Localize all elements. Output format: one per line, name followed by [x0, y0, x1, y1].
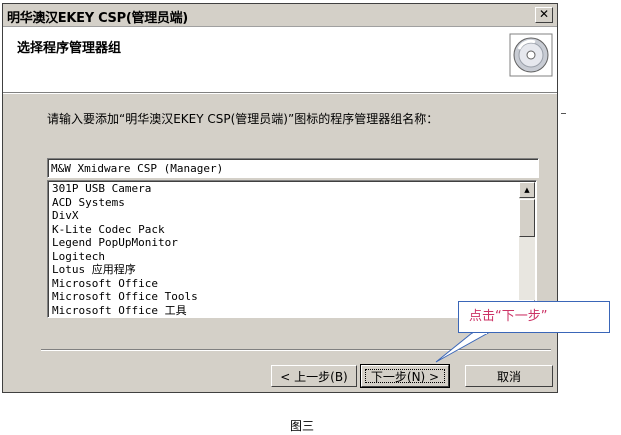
focus-rectangle: [365, 369, 445, 383]
scroll-up-button[interactable]: ▲: [519, 182, 535, 198]
list-item[interactable]: 301P USB Camera: [52, 182, 198, 196]
title-bar[interactable]: 明华澳汉EKEY CSP(管理员端) ✕: [3, 4, 557, 27]
group-name-input[interactable]: [47, 158, 539, 178]
cancel-button[interactable]: 取消: [465, 365, 553, 387]
installer-dialog: 明华澳汉EKEY CSP(管理员端) ✕ 选择程序管理器组 请输入要添加“明华澳…: [2, 3, 558, 393]
page-title: 选择程序管理器组: [17, 41, 122, 56]
figure-caption: 图三: [290, 419, 315, 433]
edge-tick-mark: [561, 113, 566, 114]
list-item[interactable]: Microsoft Office: [52, 277, 198, 291]
group-list-items: 301P USB Camera ACD Systems DivX K-Lite Cod…: [52, 182, 198, 317]
list-item[interactable]: Lotus 应用程序: [52, 263, 198, 277]
callout-box: 点击“下一步”: [458, 301, 610, 333]
list-item[interactable]: Microsoft Office Tools: [52, 290, 198, 304]
back-button[interactable]: < 上一步(B): [271, 365, 357, 387]
list-item[interactable]: DivX: [52, 209, 198, 223]
list-item[interactable]: ACD Systems: [52, 196, 198, 210]
window-title: 明华澳汉EKEY CSP(管理员端): [7, 11, 188, 26]
wizard-header: 选择程序管理器组: [3, 27, 557, 94]
list-item[interactable]: Microsoft Office 工具: [52, 304, 198, 318]
close-button[interactable]: ✕: [535, 7, 553, 23]
list-item[interactable]: Legend PopUpMonitor: [52, 236, 198, 250]
prompt-text: 请输入要添加“明华澳汉EKEY CSP(管理员端)”图标的程序管理器组名称：: [47, 112, 439, 126]
group-listbox[interactable]: 301P USB Camera ACD Systems DivX K-Lite Cod…: [47, 180, 537, 318]
list-scrollbar[interactable]: ▲ ▼: [519, 182, 535, 316]
list-item[interactable]: Logitech: [52, 250, 198, 264]
scroll-thumb[interactable]: [519, 199, 535, 237]
next-button[interactable]: 下一步(N) >: [360, 364, 450, 388]
button-separator: [41, 349, 551, 351]
list-item[interactable]: K-Lite Codec Pack: [52, 223, 198, 237]
cd-disc-icon: [509, 33, 553, 77]
